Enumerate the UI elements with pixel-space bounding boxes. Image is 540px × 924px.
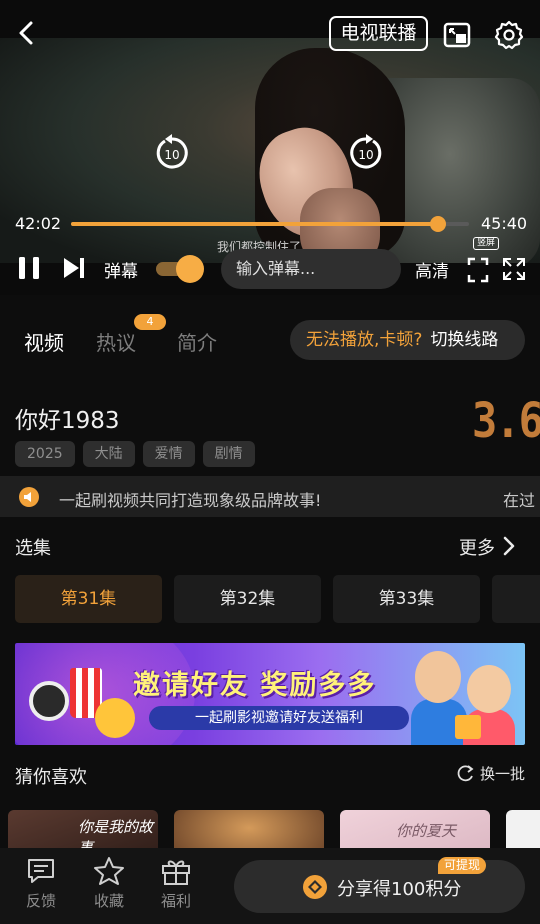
portrait-mode-button[interactable] [467,257,489,283]
kid-illustration-head [415,651,461,703]
show-tags: 2025 大陆 爱情 剧情 [15,441,255,467]
kid-illustration-head [467,665,511,713]
tag-genre-drama[interactable]: 剧情 [202,441,255,467]
tag-region[interactable]: 大陆 [82,441,135,467]
recommend-card-title: 你的夏天 [396,822,457,840]
episode-list: 第31集 第32集 第33集 [15,575,540,623]
current-time: 42:02 [15,214,62,233]
feedback-button[interactable]: 反馈 [16,856,66,920]
switch-line-question: 无法播放,卡顿? [306,330,423,350]
share-points-label: 分享得100积分 [337,879,462,900]
video-frame[interactable] [0,38,540,263]
chevron-left-icon [19,21,33,45]
withdraw-badge: 可提现 [438,857,487,874]
chevron-right-icon[interactable] [500,535,518,557]
switch-line-button[interactable]: 无法播放,卡顿? 切换线路 [290,320,525,360]
tag-year[interactable]: 2025 [15,441,75,467]
forward-seconds: 10 [358,148,373,162]
progress-fill [71,222,438,226]
forward-10-button[interactable]: 10 [348,133,384,171]
tab-hot-discussion[interactable]: 热议 [96,327,136,356]
episode-item-34[interactable] [492,575,540,623]
banner-subtitle: 一起刷影视邀请好友送福利 [149,706,409,730]
fullscreen-button[interactable] [502,257,526,281]
gear-icon [494,20,524,50]
detail-tabs: 视频 热议 4 简介 无法播放,卡顿? 切换线路 [0,314,540,362]
danmaku-label: 弹幕 [104,262,138,282]
tab-video[interactable]: 视频 [24,327,64,356]
danmaku-toggle[interactable] [156,255,206,283]
gift-illustration [455,715,481,739]
corn-illustration [95,698,135,738]
danmaku-input[interactable]: 输入弹幕... [221,249,401,289]
portrait-frame-icon [467,257,489,283]
episode-item-33[interactable]: 第33集 [333,575,480,623]
recommend-title: 猜你喜欢 [15,767,87,788]
pause-button[interactable] [16,255,42,281]
tag-genre-romance[interactable]: 爱情 [142,441,195,467]
feedback-label: 反馈 [25,892,56,910]
gift-icon [162,860,190,885]
back-button[interactable] [12,18,42,48]
star-icon [94,857,124,885]
notice-text: 一起刷视频共同打造现象级品牌故事! [59,491,322,510]
invite-banner[interactable]: 邀请好友 奖励多多 一起刷影视邀请好友送福利 [15,643,525,745]
hot-discussion-badge: 4 [134,314,166,330]
film-reel-illustration [29,681,69,721]
rewind-icon: 10 [156,134,188,169]
skip-next-icon [64,258,84,278]
tv-cast-button[interactable]: 电视联播 [329,16,428,51]
danmaku-toggle-knob [176,255,204,283]
progress-knob[interactable] [429,216,446,232]
quality-button[interactable]: 高清 [415,257,449,282]
episode-item-32[interactable]: 第32集 [174,575,321,623]
picture-in-picture-button[interactable] [442,20,472,50]
episodes-title: 选集 [15,538,51,559]
duration-time: 45:40 [481,214,528,233]
video-player[interactable]: 电视联播 10 10 42:02 45:40 我们都控制住了 竖屏 弹幕 输入弹… [0,0,540,295]
favorite-label: 收藏 [93,892,124,910]
refresh-recommend-link[interactable]: 换一批 [456,763,525,784]
rewind-10-button[interactable]: 10 [154,133,190,171]
rewind-seconds: 10 [164,148,179,162]
progress-bar[interactable] [71,216,469,232]
switch-line-action: 切换线路 [430,330,499,350]
settings-button[interactable] [493,19,525,51]
show-score: 3.6 [472,392,540,449]
favorite-button[interactable]: 收藏 [84,856,134,920]
player-top-bar: 电视联播 [0,14,540,54]
pause-icon [19,257,39,279]
welfare-button[interactable]: 福利 [151,856,201,920]
coin-icon [303,875,327,899]
fullscreen-icon [503,258,525,280]
pip-icon [443,22,471,48]
chat-bubble-icon [28,859,54,883]
banner-title: 邀请好友 奖励多多 [133,670,377,701]
tab-intro[interactable]: 简介 [177,327,217,356]
forward-icon: 10 [350,134,382,169]
notice-next-text: 在过 [503,491,536,510]
notice-bar[interactable]: 一起刷视频共同打造现象级品牌故事! 在过 [0,476,540,517]
player-control-row: 弹幕 输入弹幕... 高清 [0,245,540,293]
welfare-label: 福利 [160,892,191,910]
show-title: 你好1983 [15,408,120,434]
next-episode-button[interactable] [62,255,86,281]
more-episodes-link[interactable]: 更多 [459,534,495,560]
episode-item-31[interactable]: 第31集 [15,575,162,623]
speaker-icon [19,487,39,507]
